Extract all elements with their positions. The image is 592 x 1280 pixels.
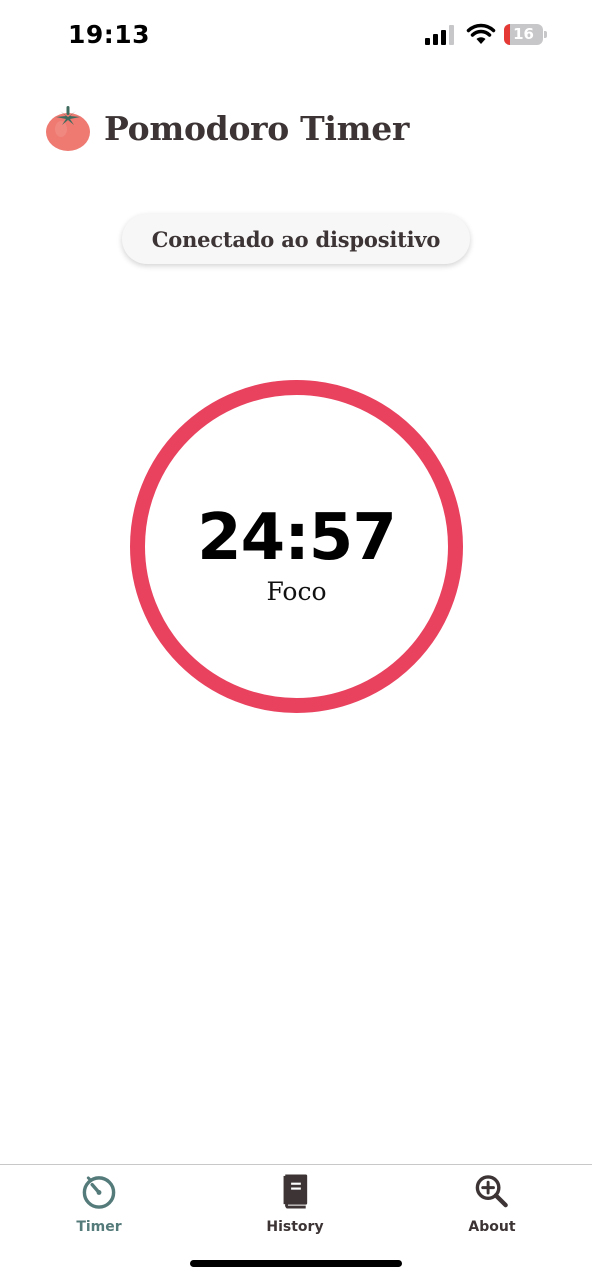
tomato-icon [46, 106, 90, 151]
status-bar: 19:13 16 [0, 0, 592, 70]
app-header: Pomodoro Timer [44, 100, 409, 156]
timer-mode-label: Foco [266, 577, 327, 606]
app-title: Pomodoro Timer [104, 108, 410, 148]
status-time: 19:13 [68, 20, 151, 49]
wifi-icon [466, 23, 496, 44]
book-icon [283, 1174, 308, 1209]
connection-status-label: Conectado ao dispositivo [151, 226, 441, 252]
tab-about-label: About [468, 1219, 516, 1235]
tab-timer[interactable]: Timer [49, 1173, 149, 1235]
tab-timer-label: Timer [76, 1219, 122, 1235]
home-indicator[interactable] [190, 1260, 402, 1267]
tab-about[interactable]: About [442, 1173, 542, 1235]
timer-countdown: 24:57 [197, 501, 397, 575]
connection-status-pill[interactable]: Conectado ao dispositivo [122, 214, 470, 264]
tab-history-label: History [266, 1219, 324, 1235]
battery-level: 16 [513, 25, 534, 43]
app-screen: 19:13 16 Pomodoro Timer Conectado ao dis… [0, 0, 592, 1280]
tab-history[interactable]: History [245, 1173, 345, 1235]
zoom-in-icon [475, 1175, 508, 1208]
timer-icon [82, 1176, 116, 1209]
signal-icon [425, 25, 454, 45]
battery-icon: 16 [504, 24, 548, 45]
